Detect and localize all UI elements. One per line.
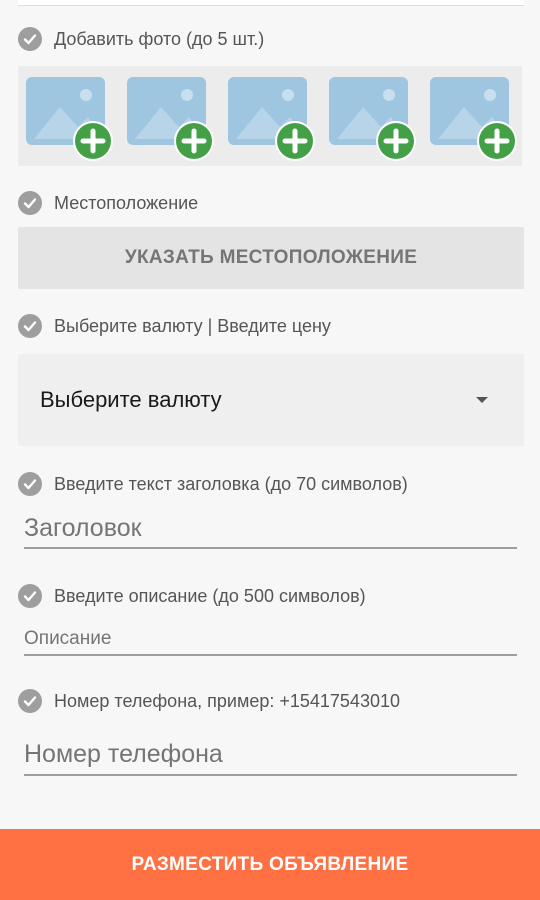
add-photo-button-1[interactable] — [26, 77, 113, 161]
currency-section-label: Выберите валюту | Введите цену — [18, 314, 331, 338]
currency-select[interactable]: Выберите валюту — [18, 354, 524, 446]
currency-label-text: Выберите валюту | Введите цену — [54, 315, 331, 336]
check-icon — [18, 689, 42, 713]
add-photo-button-5[interactable] — [430, 77, 517, 161]
check-icon — [18, 27, 42, 51]
location-section-label: Местоположение — [18, 191, 198, 215]
location-label-text: Местоположение — [54, 192, 199, 213]
photos-label-text: Добавить фото (до 5 шт.) — [54, 28, 265, 49]
description-input[interactable] — [24, 623, 517, 656]
add-photo-icon — [376, 121, 416, 161]
dropdown-arrow-icon — [476, 397, 488, 403]
phone-section-label: Номер телефона, пример: +15417543010 — [18, 689, 400, 713]
check-icon — [18, 584, 42, 608]
previous-input-field[interactable] — [18, 0, 524, 6]
post-ad-button[interactable]: РАЗМЕСТИТЬ ОБЪЯВЛЕНИЕ — [0, 829, 540, 900]
add-photo-button-2[interactable] — [127, 77, 214, 161]
phone-input[interactable] — [24, 735, 517, 776]
phone-label-text: Номер телефона, пример: +15417543010 — [54, 690, 400, 711]
description-label-text: Введите описание (до 500 символов) — [54, 585, 366, 606]
description-section-label: Введите описание (до 500 символов) — [18, 584, 366, 608]
photos-section-label: Добавить фото (до 5 шт.) — [18, 27, 264, 51]
title-section-label: Введите текст заголовка (до 70 символов) — [18, 472, 408, 496]
check-icon — [18, 191, 42, 215]
set-location-button[interactable]: УКАЗАТЬ МЕСТОПОЛОЖЕНИЕ — [18, 227, 524, 289]
add-photo-button-4[interactable] — [329, 77, 416, 161]
add-photo-icon — [73, 121, 113, 161]
currency-selected-value: Выберите валюту — [40, 387, 222, 412]
check-icon — [18, 314, 42, 338]
add-photo-button-3[interactable] — [228, 77, 315, 161]
check-icon — [18, 472, 42, 496]
title-input[interactable] — [24, 509, 517, 549]
add-photo-icon — [275, 121, 315, 161]
add-photo-icon — [174, 121, 214, 161]
photo-upload-strip — [18, 66, 522, 166]
add-photo-icon — [477, 121, 517, 161]
title-label-text: Введите текст заголовка (до 70 символов) — [54, 473, 408, 494]
